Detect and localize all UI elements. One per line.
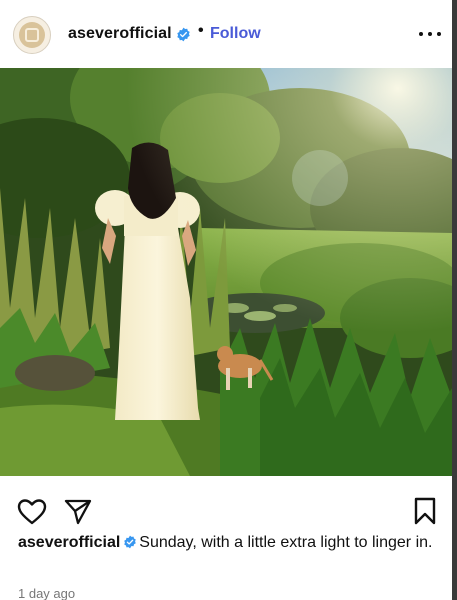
heart-icon[interactable] xyxy=(17,498,47,526)
post-header: aseverofficial • Follow xyxy=(0,0,457,68)
post-timestamp: 1 day ago xyxy=(18,586,76,600)
caption-username[interactable]: aseverofficial xyxy=(18,534,120,551)
follow-button[interactable]: Follow xyxy=(210,25,261,43)
separator-dot: • xyxy=(198,22,204,39)
caption-text: Sunday, with a little extra light to lin… xyxy=(139,534,433,551)
paper-plane-icon[interactable] xyxy=(64,497,92,525)
verified-badge-icon xyxy=(124,535,137,549)
brand-logo-icon xyxy=(19,22,45,48)
scrollbar[interactable] xyxy=(452,0,457,600)
post-username[interactable]: aseverofficial xyxy=(68,25,172,43)
avatar[interactable] xyxy=(13,16,51,54)
post-caption: aseverofficial Sunday, with a little extr… xyxy=(18,532,438,553)
more-options-icon[interactable] xyxy=(419,24,441,44)
bookmark-icon[interactable] xyxy=(413,497,437,525)
post-photo[interactable] xyxy=(0,68,452,476)
garden-photo-image xyxy=(0,68,452,476)
post-action-bar xyxy=(0,476,452,536)
verified-badge-icon xyxy=(177,27,190,42)
